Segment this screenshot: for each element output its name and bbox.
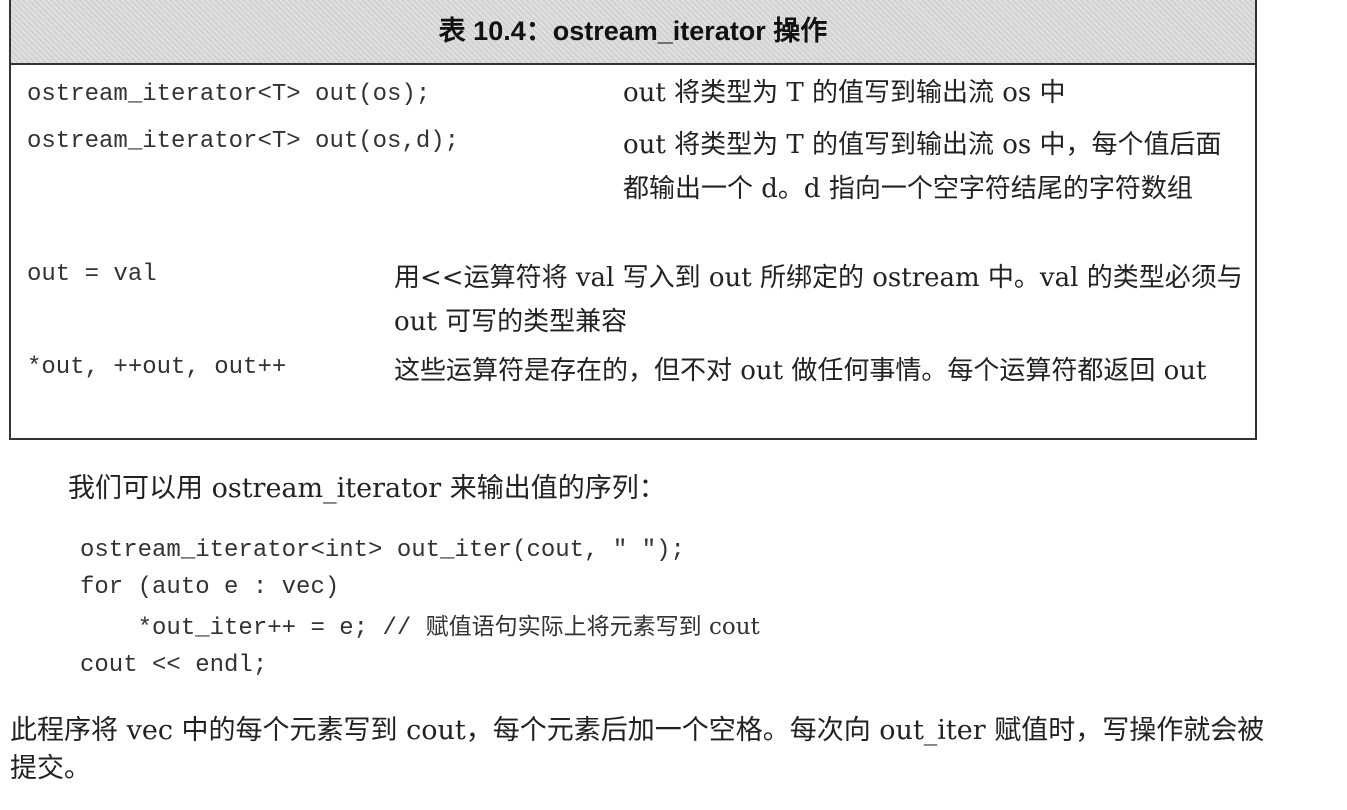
row-3-description: 用<<运算符将 val 写入到 out 所绑定的 ostream 中。val 的… <box>394 263 1243 337</box>
row-2-operation: ostream_iterator<T> out(os,d); <box>27 128 460 155</box>
code-line-3-code: *out_iter++ = e; // <box>80 615 426 642</box>
closing-paragraph: 此程序将 vec 中的每个元素写到 cout，每个元素后加一个空格。每次向 ou… <box>10 715 1265 784</box>
row-2-description: out 将类型为 T 的值写到输出流 os 中，每个值后面都输出一个 d。d 指… <box>623 130 1222 204</box>
code-line-2: for (auto e : vec) <box>80 574 340 601</box>
code-line-3: *out_iter++ = e; // 赋值语句实际上将元素写到 cout <box>80 611 760 644</box>
row-1-operation: ostream_iterator<T> out(os); <box>27 81 431 108</box>
row-3-operation: out = val <box>27 261 157 288</box>
code-comment: 赋值语句实际上将元素写到 cout <box>425 614 760 640</box>
operations-table: 表 10.4：ostream_iterator 操作 ostream_itera… <box>9 0 1257 440</box>
table-title: 表 10.4：ostream_iterator 操作 <box>11 0 1255 65</box>
code-line-4: cout << endl; <box>80 652 268 679</box>
row-4-operation: *out, ++out, out++ <box>27 354 287 381</box>
code-line-1: ostream_iterator<int> out_iter(cout, " "… <box>80 537 685 564</box>
row-4-description: 这些运算符是存在的，但不对 out 做任何事情。每个运算符都返回 out <box>394 356 1207 386</box>
intro-paragraph: 我们可以用 ostream_iterator 来输出值的序列： <box>68 473 666 504</box>
row-1-description: out 将类型为 T 的值写到输出流 os 中 <box>623 78 1066 108</box>
